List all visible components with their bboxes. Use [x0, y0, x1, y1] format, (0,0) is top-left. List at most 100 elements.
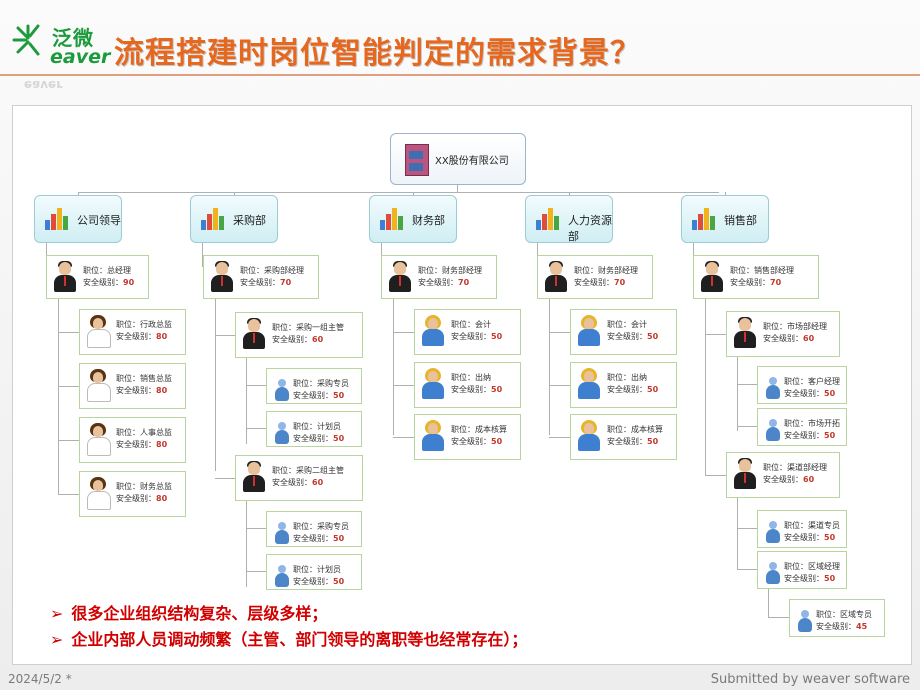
- position-card: 职位：计划员 安全级别：50: [266, 554, 362, 590]
- manager-avatar-icon: [544, 261, 568, 292]
- security-level-label: 安全级别：: [607, 332, 647, 341]
- position-title: 职位：采购二组主管: [272, 466, 344, 475]
- footer-submitted: Submitted by weaver software: [710, 672, 910, 687]
- female-avatar-icon: [86, 477, 111, 510]
- position-card: 职位：销售部经理 安全级别：70: [693, 255, 819, 299]
- security-level-value: 80: [156, 332, 168, 341]
- security-level-value: 50: [491, 332, 503, 341]
- security-level-label: 安全级别：: [451, 332, 491, 341]
- connector-line: [705, 299, 706, 475]
- position-info: 职位：渠道部经理 安全级别：60: [763, 462, 827, 486]
- position-info: 职位：出纳 安全级别：50: [451, 372, 502, 396]
- position-card: 职位：采购专员 安全级别：50: [266, 511, 362, 547]
- bar-chart-icon: [380, 208, 406, 230]
- position-info: 职位：销售部经理 安全级别：70: [730, 265, 794, 289]
- bar-chart-icon: [201, 208, 227, 230]
- manager-avatar-icon: [388, 261, 412, 292]
- staff-avatar-icon: [421, 420, 445, 451]
- security-level-label: 安全级别：: [83, 278, 123, 287]
- female-avatar-icon: [86, 369, 111, 402]
- bar-chart-icon: [536, 208, 562, 230]
- connector-line: [393, 437, 414, 438]
- position-title: 职位：区域专员: [816, 610, 872, 619]
- security-level-label: 安全级别：: [784, 389, 824, 398]
- security-level-label: 安全级别：: [293, 391, 333, 400]
- position-title: 职位：区域经理: [784, 562, 840, 571]
- connector-line: [246, 358, 247, 444]
- position-title: 职位：采购专员: [293, 379, 349, 388]
- security-level-label: 安全级别：: [763, 475, 803, 484]
- security-level: 安全级别：50: [451, 384, 502, 396]
- security-level-value: 50: [491, 437, 503, 446]
- manager-avatar-icon: [242, 461, 266, 492]
- security-level-value: 50: [824, 574, 836, 583]
- position-title: 职位：采购部经理: [240, 266, 304, 275]
- security-level-value: 50: [647, 385, 659, 394]
- security-level-label: 安全级别：: [574, 278, 614, 287]
- position-title: 职位：财务总监: [116, 482, 172, 491]
- position-card: 职位：市场开拓 安全级别：50: [757, 408, 847, 446]
- position-card: 职位：区域经理 安全级别：50: [757, 551, 847, 589]
- position-title: 职位：采购专员: [293, 522, 349, 531]
- security-level-label: 安全级别：: [293, 434, 333, 443]
- security-level-value: 60: [803, 334, 815, 343]
- footer-date: 2024/5/2 *: [8, 672, 72, 686]
- position-card: 职位：渠道部经理 安全级别：60: [726, 452, 840, 498]
- building-icon: [405, 144, 429, 176]
- position-info: 职位：行政总监 安全级别：80: [116, 319, 172, 343]
- connector-line: [215, 299, 216, 471]
- position-card: 职位：采购部经理 安全级别：70: [203, 255, 319, 299]
- security-level: 安全级别：50: [784, 388, 840, 400]
- position-title: 职位：行政总监: [116, 320, 172, 329]
- manager-avatar-icon: [700, 261, 724, 292]
- position-info: 职位：市场部经理 安全级别：60: [763, 321, 827, 345]
- security-level-label: 安全级别：: [730, 278, 770, 287]
- position-info: 职位：销售总监 安全级别：80: [116, 373, 172, 397]
- position-title: 职位：市场部经理: [763, 322, 827, 331]
- manager-avatar-icon: [733, 317, 757, 348]
- security-level: 安全级别：60: [763, 474, 827, 486]
- connector-line: [246, 528, 266, 529]
- position-card: 职位：采购二组主管 安全级别：60: [235, 455, 363, 501]
- security-level-value: 50: [333, 391, 345, 400]
- position-card: 职位：会计安全级别：50: [414, 309, 521, 355]
- security-level-label: 安全级别：: [418, 278, 458, 287]
- security-level: 安全级别：70: [730, 277, 794, 289]
- security-level: 安全级别：50: [451, 436, 507, 448]
- position-title: 职位：会计: [451, 320, 491, 329]
- position-card: 职位：计划员 安全级别：50: [266, 411, 362, 447]
- position-title: 职位：财务部经理: [418, 266, 482, 275]
- department-node: 财务部: [369, 195, 457, 243]
- department-node: 公司领导: [34, 195, 122, 243]
- connector-line: [549, 385, 570, 386]
- position-info: 职位：采购二组主管 安全级别：60: [272, 465, 344, 489]
- position-card: 职位：财务总监 安全级别：80: [79, 471, 186, 517]
- position-title: 职位：出纳: [607, 373, 647, 382]
- connector-line: [705, 334, 727, 335]
- bullet-item: ➢ 企业内部人员调动频繁（主管、部门领导的离职等也经常存在）；: [50, 626, 527, 650]
- security-level-label: 安全级别：: [784, 574, 824, 583]
- position-info: 职位：会计 安全级别：50: [607, 319, 658, 343]
- security-level-value: 70: [458, 278, 470, 287]
- security-level-label: 安全级别：: [116, 494, 156, 503]
- security-level-value: 45: [856, 622, 868, 631]
- position-card: 职位：客户经理 安全级别：50: [757, 366, 847, 404]
- security-level: 安全级别：45: [816, 621, 872, 633]
- connector-line: [58, 299, 59, 494]
- security-level-value: 60: [312, 335, 324, 344]
- security-level: 安全级别：60: [272, 477, 344, 489]
- connector-line: [246, 428, 266, 429]
- security-level-value: 50: [491, 385, 503, 394]
- connector-line: [215, 478, 236, 479]
- position-info: 职位：市场开拓 安全级别：50: [784, 418, 840, 442]
- org-root-node: XX股份有限公司: [390, 133, 526, 185]
- position-info: 职位：出纳 安全级别：50: [607, 372, 658, 396]
- position-info: 职位：采购专员 安全级别：50: [293, 521, 349, 545]
- connector-line: [549, 437, 570, 438]
- connector-line: [737, 498, 738, 570]
- security-level: 安全级别：60: [272, 334, 344, 346]
- position-card: 职位：销售总监 安全级别：80: [79, 363, 186, 409]
- position-card: 职位：市场部经理 安全级别：60: [726, 311, 840, 357]
- position-title: 职位：市场开拓: [784, 419, 840, 428]
- connector-line: [246, 501, 247, 587]
